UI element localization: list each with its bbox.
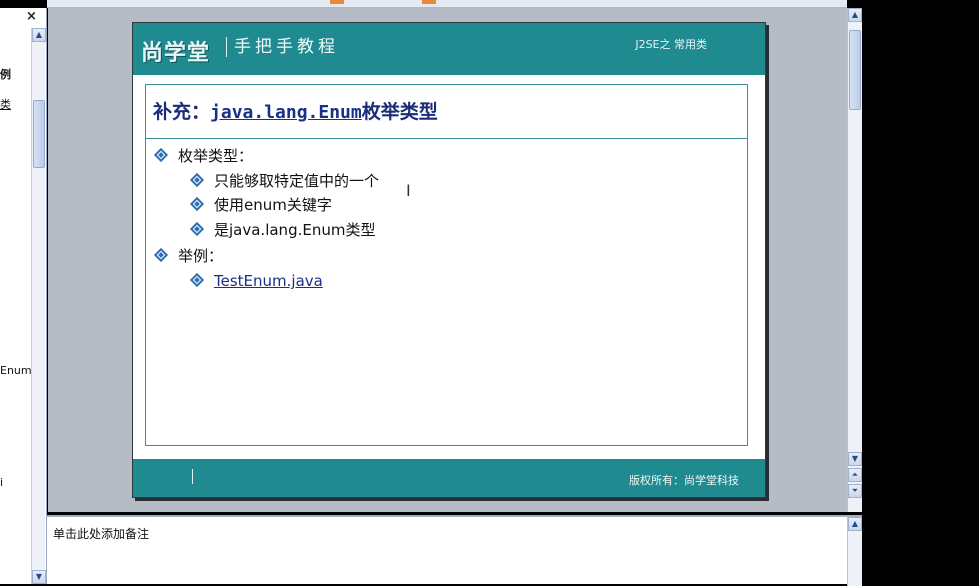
outline-pane: × 例 类 Enum i ▲ ▼ xyxy=(0,8,47,584)
bullet-level2: TestEnum.java xyxy=(189,272,323,290)
slide-header-banner: 尚学堂 手把手教程 J2SE之 常用类 xyxy=(133,23,765,75)
presentation-editor-window: × 例 类 Enum i ▲ ▼ 尚学堂 手把手教程 J2SE之 常用类 补充：… xyxy=(0,0,979,586)
toolbar-strip xyxy=(47,0,847,8)
scrollbar-thumb[interactable] xyxy=(33,100,45,168)
title-code: java.lang.Enum xyxy=(210,102,362,123)
close-pane-button[interactable]: × xyxy=(26,10,37,24)
scroll-down-icon[interactable]: ▼ xyxy=(848,452,862,466)
slide-workspace: 尚学堂 手把手教程 J2SE之 常用类 补充：java.lang.Enum枚举类… xyxy=(48,8,847,512)
diamond-bullet-icon xyxy=(189,272,205,288)
diamond-bullet-icon xyxy=(189,172,205,188)
scroll-up-icon[interactable]: ▲ xyxy=(32,28,46,42)
bullet-text: 举例： xyxy=(178,247,224,265)
toolbar-button-fragment[interactable] xyxy=(422,0,436,4)
diamond-bullet-icon xyxy=(153,247,169,263)
outline-text-fragment[interactable]: 类 xyxy=(0,96,11,112)
slide-title: 补充：java.lang.Enum枚举类型 xyxy=(153,97,438,124)
bullet-text: 只能够取特定值中的一个 xyxy=(214,172,380,190)
diamond-bullet-icon xyxy=(189,221,205,237)
toolbar-button-fragment[interactable] xyxy=(330,0,344,4)
outline-scrollbar[interactable]: ▲ ▼ xyxy=(31,28,46,584)
slide-title-placeholder[interactable]: 补充：java.lang.Enum枚举类型 xyxy=(145,84,748,139)
title-prefix: 补充： xyxy=(153,101,211,123)
previous-slide-icon[interactable]: ⏶ xyxy=(848,468,862,482)
scroll-down-icon[interactable]: ▼ xyxy=(32,570,46,584)
next-slide-icon[interactable]: ⏷ xyxy=(848,484,862,498)
scroll-up-icon[interactable]: ▲ xyxy=(848,517,862,531)
slide-footer-banner: 版权所有：尚学堂科技 xyxy=(133,459,765,497)
bullet-text: TestEnum.java xyxy=(214,272,323,290)
bullet-text: 枚举类型： xyxy=(178,147,254,165)
workspace-scrollbar[interactable]: ▲ ▼ ⏶ ⏷ xyxy=(847,8,862,512)
brand-logo: 尚学堂 xyxy=(141,41,211,66)
scroll-up-icon[interactable]: ▲ xyxy=(848,8,862,22)
bullet-level2: 只能够取特定值中的一个 xyxy=(189,172,380,190)
diamond-bullet-icon xyxy=(189,196,205,212)
bullet-text: 使用enum关键字 xyxy=(214,196,332,214)
desktop-background xyxy=(862,0,979,584)
notes-pane[interactable]: 单击此处添加备注 ▲ xyxy=(47,515,862,586)
scrollbar-thumb[interactable] xyxy=(849,30,861,110)
notes-scrollbar[interactable]: ▲ xyxy=(847,517,862,586)
course-tag: J2SE之 常用类 xyxy=(635,38,707,51)
outline-text-fragment[interactable]: i xyxy=(0,476,3,489)
footer-divider xyxy=(192,469,193,484)
bullet-level2: 是java.lang.Enum类型 xyxy=(189,221,376,239)
text-cursor-icon: I xyxy=(406,181,411,200)
bullet-level1: 举例： xyxy=(153,247,224,265)
brand-slogan: 手把手教程 xyxy=(226,37,339,57)
bullet-level2: 使用enum关键字 xyxy=(189,196,332,214)
outline-text-fragment[interactable]: 例 xyxy=(0,66,11,82)
slide-content-placeholder[interactable]: 枚举类型： 只能够取特定值中的一个 使用enum关键字 是java.lang.E… xyxy=(145,138,748,446)
outline-text-fragment[interactable]: Enum xyxy=(0,364,32,377)
diamond-bullet-icon xyxy=(153,147,169,163)
notes-placeholder[interactable]: 单击此处添加备注 xyxy=(53,525,149,542)
title-suffix: 枚举类型 xyxy=(361,101,438,123)
slide-canvas[interactable]: 尚学堂 手把手教程 J2SE之 常用类 补充：java.lang.Enum枚举类… xyxy=(132,22,766,498)
bullet-text: 是java.lang.Enum类型 xyxy=(214,221,376,239)
copyright-text: 版权所有：尚学堂科技 xyxy=(629,474,739,487)
bullet-level1: 枚举类型： xyxy=(153,147,254,165)
